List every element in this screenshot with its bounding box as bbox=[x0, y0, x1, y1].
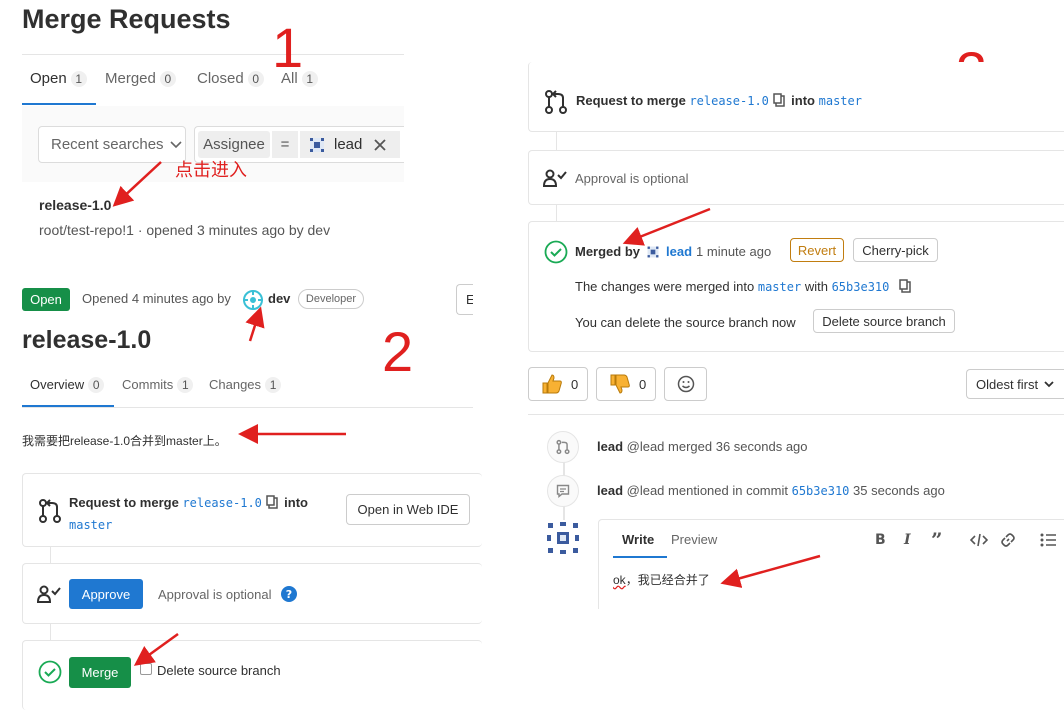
arrow-to-author bbox=[245, 306, 265, 342]
arrow-to-merged-by bbox=[622, 207, 711, 246]
arrow-to-comment bbox=[720, 554, 821, 588]
annotation-arrows bbox=[112, 161, 821, 666]
arrow-to-merge-button bbox=[133, 632, 179, 666]
arrow-to-mr-item bbox=[112, 161, 162, 207]
